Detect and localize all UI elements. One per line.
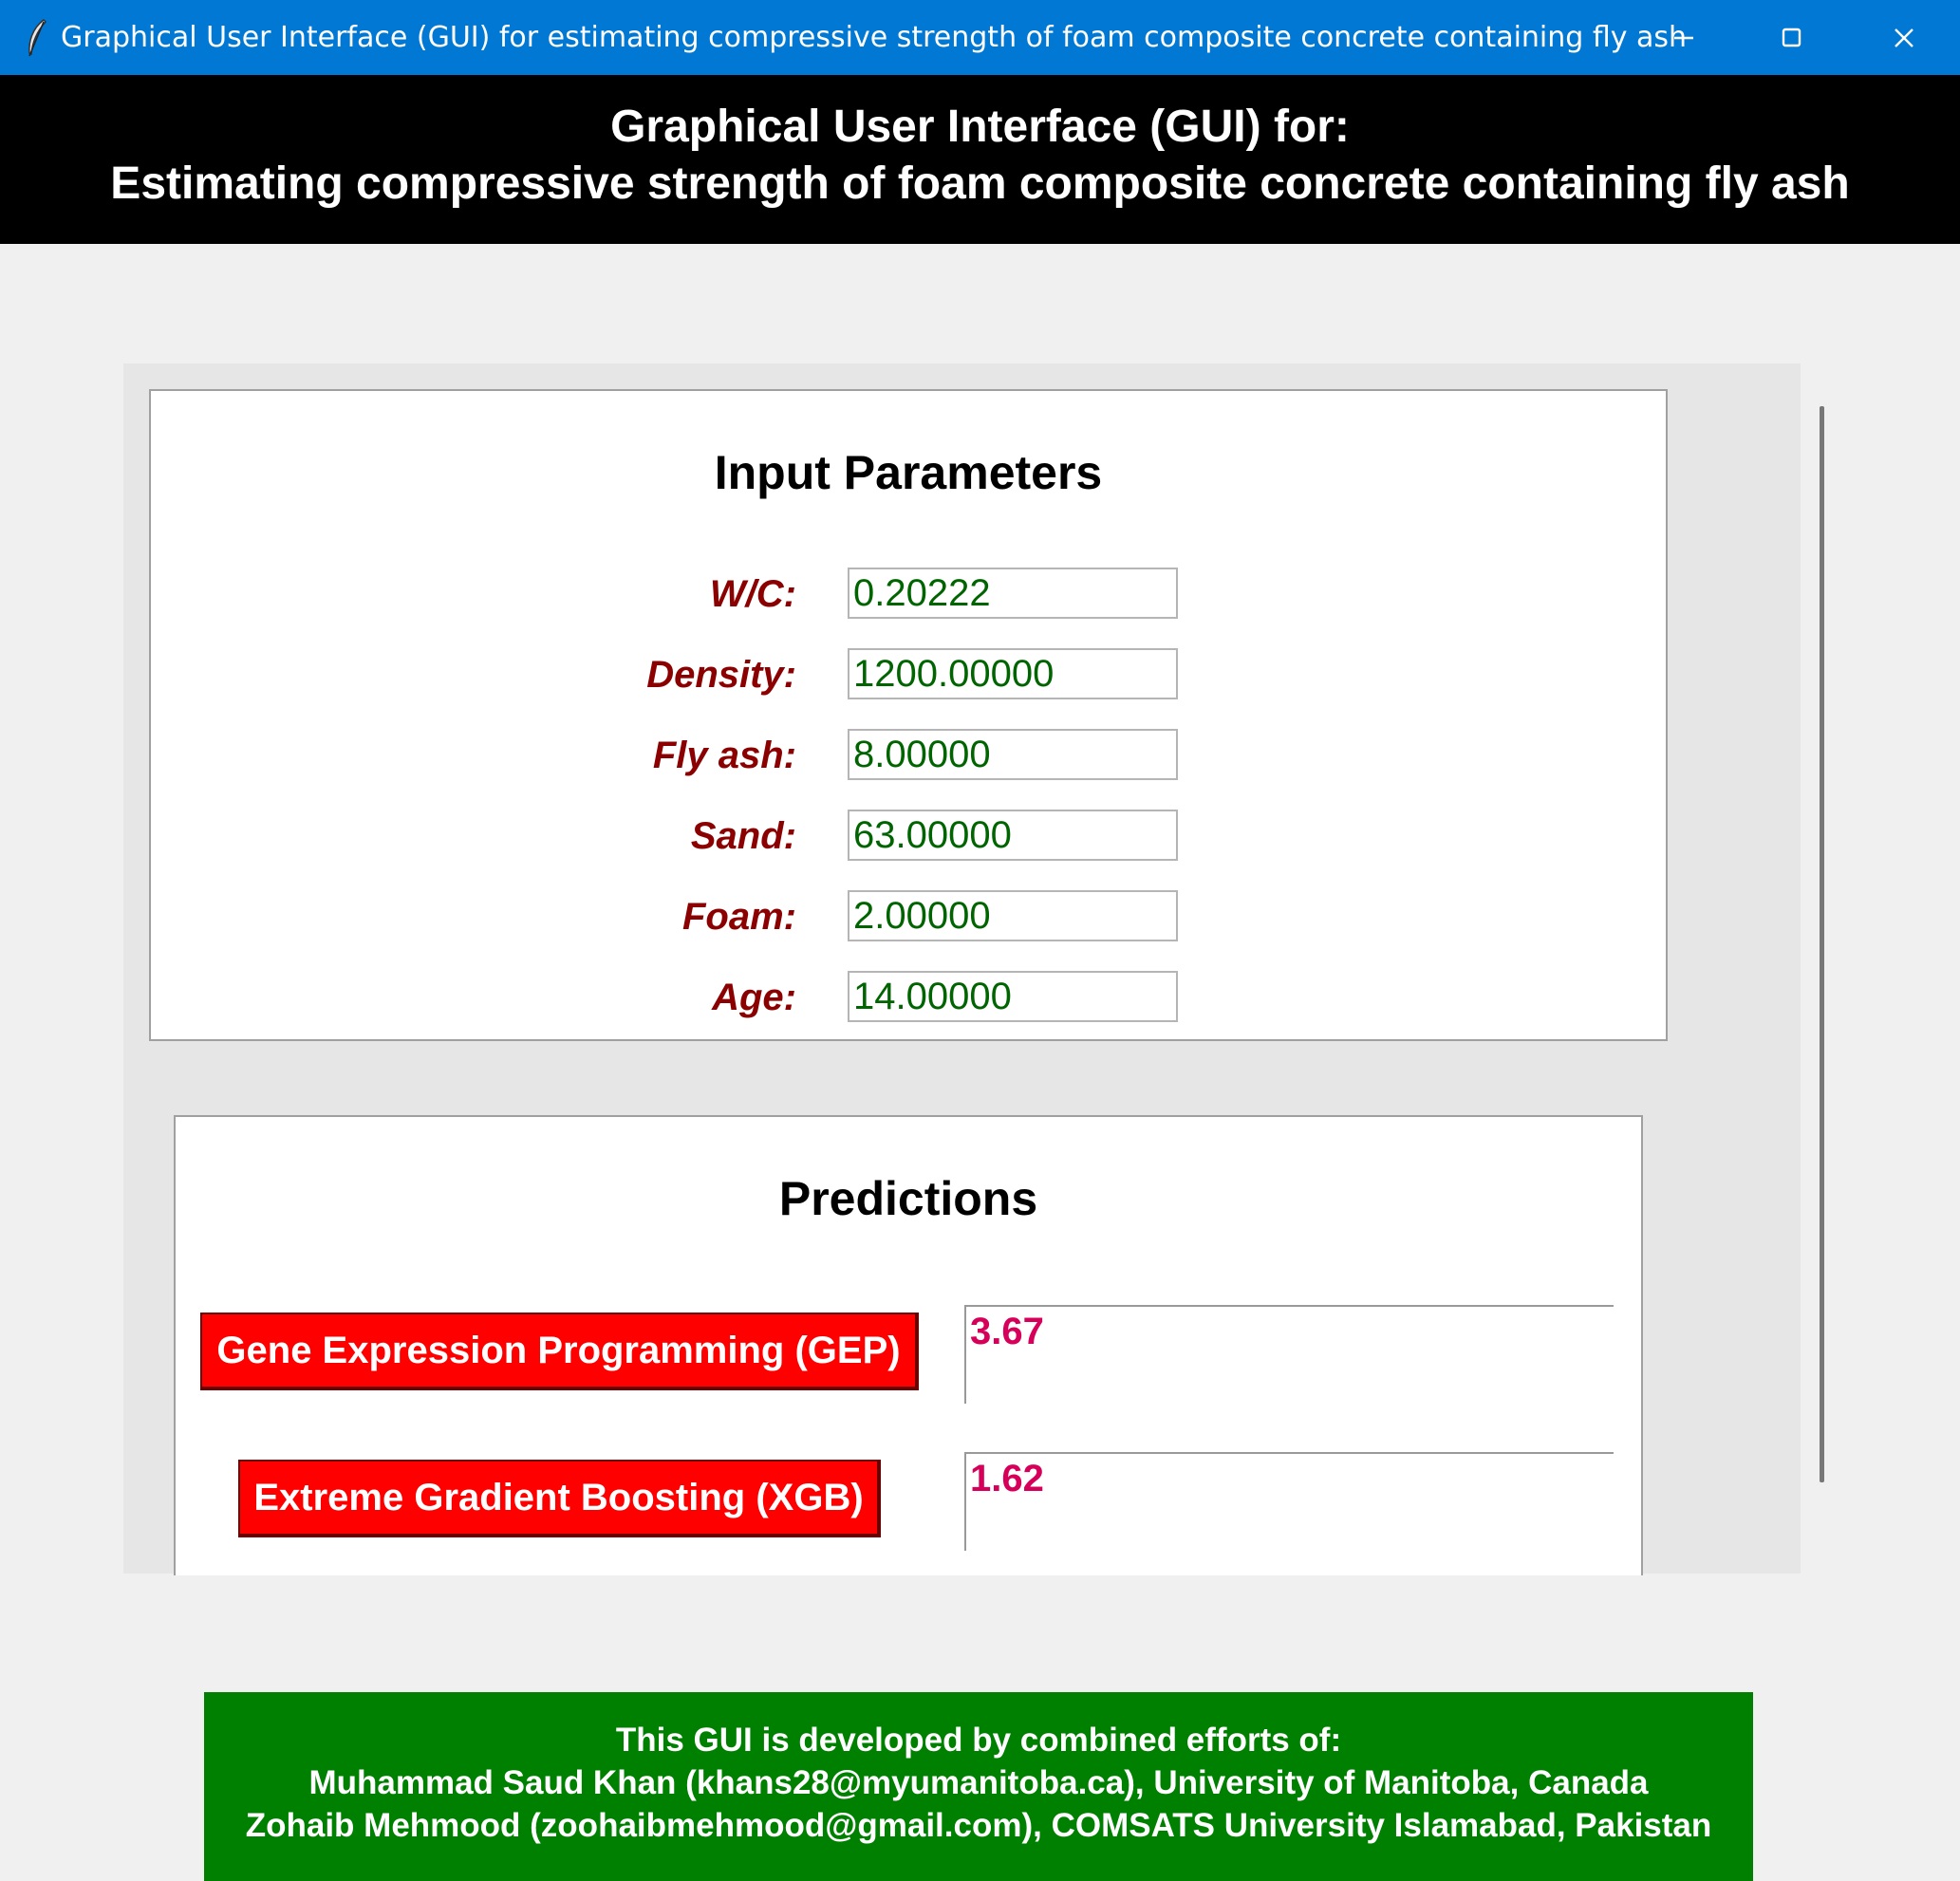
close-icon	[1895, 28, 1913, 47]
maximize-button[interactable]	[1736, 0, 1848, 75]
param-label-density: Density:	[646, 654, 796, 696]
credits-line2: Muhammad Saud Khan (khans28@myumanitoba.…	[308, 1764, 1649, 1801]
density-input[interactable]	[848, 648, 1178, 699]
xgb-button-label: Extreme Gradient Boosting (XGB)	[253, 1476, 864, 1518]
maximize-icon	[1782, 28, 1801, 47]
xgb-result-field: 1.62	[964, 1452, 1614, 1551]
fly-ash-input[interactable]	[848, 729, 1178, 780]
gep-button[interactable]: Gene Expression Programming (GEP)	[200, 1313, 919, 1390]
xgb-button[interactable]: Extreme Gradient Boosting (XGB)	[238, 1460, 881, 1537]
xgb-result-value: 1.62	[970, 1458, 1044, 1499]
param-label-wc: W/C:	[709, 573, 796, 615]
gep-button-label: Gene Expression Programming (GEP)	[216, 1329, 901, 1371]
input-parameters-title: Input Parameters	[714, 446, 1103, 499]
header-banner: Graphical User Interface (GUI) for: Esti…	[0, 75, 1960, 244]
window-title: Graphical User Interface (GUI) for estim…	[61, 21, 1688, 54]
vertical-scrollbar[interactable]	[1820, 406, 1824, 1482]
input-parameters-panel: Input Parameters W/C: Density: Fly ash: …	[149, 389, 1668, 1041]
param-label-fly-ash: Fly ash:	[652, 735, 796, 776]
credits-line3: Zohaib Mehmood (zoohaibmehmood@gmail.com…	[245, 1807, 1712, 1844]
header-title-line1: Graphical User Interface (GUI) for:	[610, 102, 1350, 152]
minimize-button[interactable]	[1628, 0, 1740, 75]
feather-icon	[23, 17, 51, 59]
predictions-title: Predictions	[778, 1172, 1038, 1225]
gep-result-field: 3.67	[964, 1305, 1614, 1404]
credits-line1: This GUI is developed by combined effort…	[615, 1722, 1342, 1759]
param-label-age: Age:	[712, 977, 796, 1018]
header-title-line2: Estimating compressive strength of foam …	[110, 158, 1850, 209]
sand-input[interactable]	[848, 810, 1178, 861]
close-button[interactable]	[1848, 0, 1960, 75]
wc-input[interactable]	[848, 568, 1178, 619]
minimize-icon	[1674, 36, 1693, 39]
age-input[interactable]	[848, 971, 1178, 1022]
predictions-panel: Predictions Gene Expression Programming …	[174, 1115, 1643, 1575]
foam-input[interactable]	[848, 890, 1178, 941]
credits-footer: This GUI is developed by combined effort…	[204, 1692, 1753, 1881]
param-label-foam: Foam:	[682, 896, 796, 938]
window-titlebar: Graphical User Interface (GUI) for estim…	[0, 0, 1960, 75]
gep-result-value: 3.67	[970, 1311, 1044, 1352]
param-label-sand: Sand:	[690, 815, 796, 857]
